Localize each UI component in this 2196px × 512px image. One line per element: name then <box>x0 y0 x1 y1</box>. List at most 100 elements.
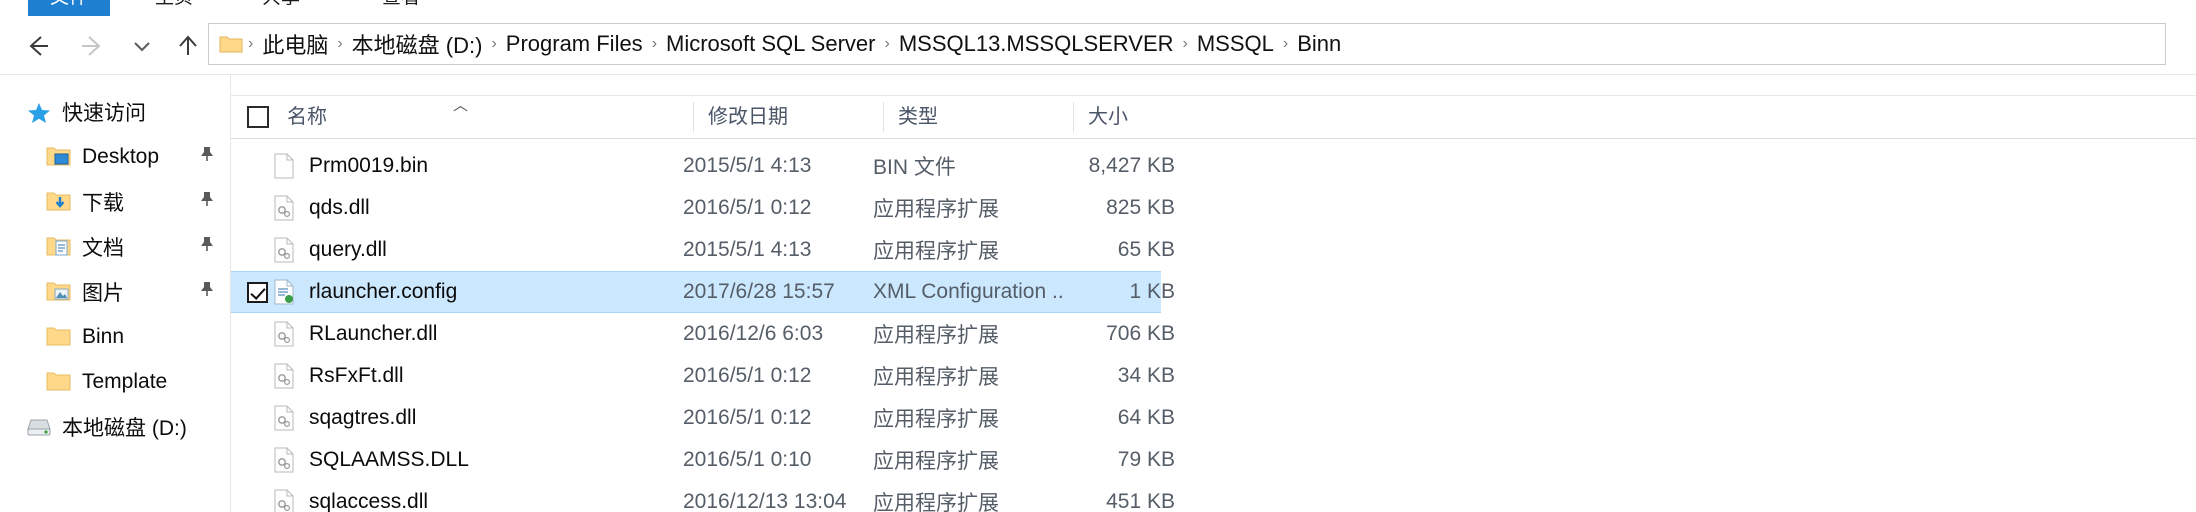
file-type: 应用程序扩展 <box>873 240 999 263</box>
table-row[interactable]: SQLAAMSS.DLL 2016/5/1 0:10 应用程序扩展 79 KB <box>231 439 1831 481</box>
breadcrumb-item-binn[interactable]: Binn <box>1289 29 1349 59</box>
file-date: 2016/12/13 13:04 <box>683 490 847 512</box>
column-header-date[interactable]: 修改日期 <box>693 102 883 132</box>
sidebar-item-desktop[interactable]: Desktop <box>0 134 230 179</box>
breadcrumb-item-mssql[interactable]: MSSQL <box>1189 29 1282 59</box>
file-type: 应用程序扩展 <box>873 450 999 473</box>
file-dll-icon <box>273 489 309 512</box>
navigation-bar: › 此电脑 › 本地磁盘 (D:) › Program Files › Micr… <box>0 16 2196 75</box>
folder-documents-icon <box>46 236 72 258</box>
file-dll-icon <box>273 195 309 221</box>
table-row[interactable]: Prm0019.bin 2015/5/1 4:13 BIN 文件 8,427 K… <box>231 145 1831 187</box>
file-date: 2016/12/6 6:03 <box>683 322 824 345</box>
sidebar-item-template[interactable]: Template <box>0 359 230 404</box>
column-header-name[interactable]: 名称 <box>273 102 693 132</box>
file-date: 2015/5/1 4:13 <box>683 154 812 177</box>
address-bar[interactable]: › 此电脑 › 本地磁盘 (D:) › Program Files › Micr… <box>208 23 2166 65</box>
sidebar-item-label: 快速访问 <box>62 101 146 125</box>
sidebar-item-label: 下载 <box>82 191 124 215</box>
breadcrumb-item-local-disk-d[interactable]: 本地磁盘 (D:) <box>344 26 491 62</box>
breadcrumb-separator: › <box>248 35 254 52</box>
file-blank-icon <box>273 153 309 179</box>
file-name[interactable]: sqlaccess.dll <box>309 490 683 512</box>
chevron-down-icon[interactable] <box>122 26 162 66</box>
table-row[interactable]: RsFxFt.dll 2016/5/1 0:12 应用程序扩展 34 KB <box>231 355 1831 397</box>
sidebar-item-documents[interactable]: 文档 <box>0 224 230 269</box>
folder-icon <box>46 371 72 393</box>
checkbox-box <box>247 106 269 128</box>
ribbon-tab-file[interactable]: 文件 <box>28 0 111 16</box>
file-name[interactable]: RsFxFt.dll <box>309 364 683 388</box>
file-name[interactable]: sqagtres.dll <box>309 406 683 430</box>
pin-icon[interactable] <box>198 145 216 169</box>
file-type: 应用程序扩展 <box>873 366 999 389</box>
star-icon <box>26 101 52 123</box>
sidebar-item-quick-access[interactable]: 快速访问 <box>0 89 230 134</box>
sidebar-item-pictures[interactable]: 图片 <box>0 269 230 314</box>
sidebar-item-label: Desktop <box>82 144 160 168</box>
breadcrumb-separator: › <box>884 35 890 52</box>
pin-icon[interactable] <box>198 235 216 259</box>
sidebar-item-label: Template <box>82 369 168 393</box>
file-size: 65 KB <box>1117 238 1175 261</box>
file-type: XML Configuration ... <box>873 280 1063 303</box>
ribbon-tab-share[interactable]: 共享 <box>262 0 300 16</box>
file-name[interactable]: qds.dll <box>309 196 683 220</box>
sidebar-item-binn[interactable]: Binn <box>0 314 230 359</box>
column-header-type[interactable]: 类型 <box>883 102 1073 132</box>
folder-pictures-icon <box>46 281 72 303</box>
file-date: 2016/5/1 0:12 <box>683 406 812 429</box>
breadcrumb-separator: › <box>1182 35 1188 52</box>
breadcrumb-item-this-pc[interactable]: 此电脑 <box>254 26 336 62</box>
file-name[interactable]: SQLAAMSS.DLL <box>309 448 683 472</box>
file-date: 2016/5/1 0:12 <box>683 196 812 219</box>
breadcrumb-separator: › <box>337 35 343 52</box>
file-rows: Prm0019.bin 2015/5/1 4:13 BIN 文件 8,427 K… <box>231 145 2196 512</box>
row-checkbox-checked[interactable] <box>231 281 273 303</box>
select-all-checkbox[interactable] <box>231 102 273 132</box>
back-arrow-icon[interactable] <box>18 26 58 66</box>
file-name[interactable]: rlauncher.config <box>309 280 683 304</box>
file-size: 64 KB <box>1117 406 1175 429</box>
checkbox-box <box>247 281 268 303</box>
file-type: 应用程序扩展 <box>873 408 999 431</box>
file-dll-icon <box>273 405 309 431</box>
sidebar-item-label: Binn <box>82 324 125 348</box>
file-date: 2017/6/28 15:57 <box>683 280 835 303</box>
up-arrow-icon[interactable] <box>168 26 208 66</box>
file-dll-icon <box>273 447 309 473</box>
column-header-size[interactable]: 大小 <box>1073 102 1193 132</box>
file-type: 应用程序扩展 <box>873 198 999 221</box>
file-name[interactable]: Prm0019.bin <box>309 154 683 178</box>
table-row-selected[interactable]: rlauncher.config 2017/6/28 15:57 XML Con… <box>231 271 1175 313</box>
table-row[interactable]: query.dll 2015/5/1 4:13 应用程序扩展 65 KB <box>231 229 1831 271</box>
table-row[interactable]: sqlaccess.dll 2016/12/13 13:04 应用程序扩展 45… <box>231 481 1831 512</box>
breadcrumb-item-mssql13[interactable]: MSSQL13.MSSQLSERVER <box>891 29 1182 59</box>
table-row[interactable]: sqagtres.dll 2016/5/1 0:12 应用程序扩展 64 KB <box>231 397 1831 439</box>
file-type: BIN 文件 <box>873 156 956 179</box>
breadcrumb-item-microsoft-sql-server[interactable]: Microsoft SQL Server <box>658 29 883 59</box>
file-name[interactable]: RLauncher.dll <box>309 322 683 346</box>
sidebar-item-downloads[interactable]: 下载 <box>0 179 230 224</box>
breadcrumb-separator: › <box>651 35 658 52</box>
file-size: 451 KB <box>1106 490 1175 512</box>
breadcrumb-item-program-files[interactable]: Program Files <box>498 29 651 59</box>
file-size: 706 KB <box>1106 322 1175 345</box>
sidebar-item-label: 本地磁盘 (D:) <box>62 416 187 440</box>
forward-arrow-icon[interactable] <box>72 26 112 66</box>
pin-icon[interactable] <box>198 280 216 304</box>
file-dll-icon <box>273 363 309 389</box>
ribbon-tab-home[interactable]: 主页 <box>155 0 193 16</box>
pin-icon[interactable] <box>198 190 216 214</box>
folder-icon <box>46 326 72 348</box>
breadcrumb-separator: › <box>491 35 497 52</box>
table-row[interactable]: RLauncher.dll 2016/12/6 6:03 应用程序扩展 706 … <box>231 313 1831 355</box>
file-dll-icon <box>273 321 309 347</box>
file-type: 应用程序扩展 <box>873 324 999 347</box>
file-name[interactable]: query.dll <box>309 238 683 262</box>
folder-desktop-icon <box>46 146 72 168</box>
file-date: 2016/5/1 0:12 <box>683 364 812 387</box>
sidebar-item-local-disk-d[interactable]: 本地磁盘 (D:) <box>0 404 230 449</box>
ribbon-tab-view[interactable]: 查看 <box>382 0 420 16</box>
table-row[interactable]: qds.dll 2016/5/1 0:12 应用程序扩展 825 KB <box>231 187 1831 229</box>
